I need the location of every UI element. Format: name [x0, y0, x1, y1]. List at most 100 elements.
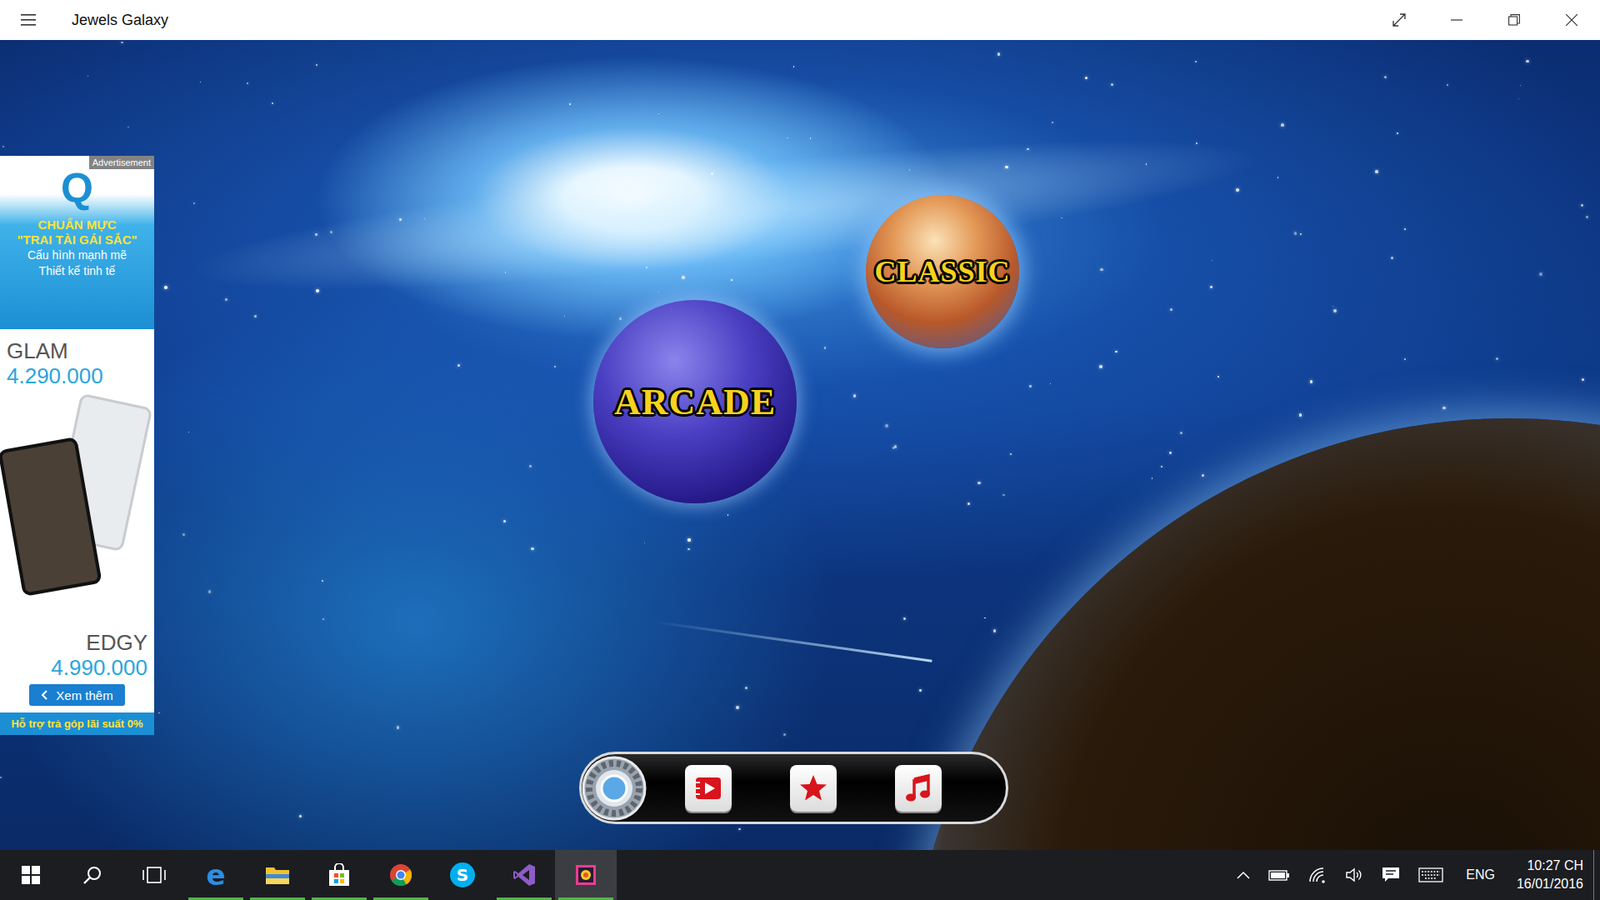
star — [919, 689, 922, 692]
star — [1332, 305, 1334, 307]
star — [1442, 406, 1446, 410]
star — [903, 617, 906, 620]
star — [687, 548, 690, 551]
star — [1310, 380, 1314, 384]
start-button[interactable] — [0, 850, 62, 900]
taskbar-app[interactable]: S — [431, 850, 494, 900]
star — [997, 52, 1000, 55]
hamburger-icon — [20, 14, 36, 26]
music-button[interactable] — [895, 765, 942, 812]
taskbar-app[interactable] — [555, 850, 617, 900]
star — [1085, 76, 1088, 80]
star — [1539, 272, 1543, 276]
star — [1581, 378, 1585, 381]
restore-icon — [1508, 14, 1520, 26]
star — [1151, 477, 1154, 480]
minimize-icon — [1450, 14, 1463, 26]
arcade-mode-button[interactable]: ARCADE — [593, 300, 797, 504]
star — [1180, 431, 1183, 435]
ad-tagline: Thiết kế tinh tế — [39, 263, 116, 280]
taskbar-app[interactable]: e — [185, 850, 247, 900]
star — [1525, 60, 1529, 63]
battery-button[interactable] — [1259, 850, 1300, 900]
ad-tagline: Cấu hình mạnh mẽ — [27, 247, 127, 264]
leaderboard-button[interactable] — [790, 765, 837, 812]
brand-logo: Q — [60, 167, 94, 210]
star — [1169, 451, 1172, 455]
star — [1195, 142, 1198, 145]
star — [396, 725, 400, 729]
product: GLAM4.290.000 — [6, 339, 148, 390]
star — [1051, 121, 1054, 124]
classic-mode-button[interactable]: CLASSIC — [865, 195, 1020, 349]
clock[interactable]: 10:27 CH16/01/2016 — [1508, 850, 1594, 900]
taskbar: eSENG10:27 CH16/01/2016 — [0, 850, 1600, 900]
star — [745, 686, 748, 690]
notification-icon — [1381, 866, 1400, 884]
star — [1520, 85, 1521, 86]
windows-logo-icon — [21, 865, 40, 885]
star — [182, 533, 185, 536]
star — [1277, 176, 1279, 178]
restore-button[interactable] — [1485, 0, 1543, 40]
taskbar-app[interactable] — [308, 850, 370, 900]
network-button[interactable] — [1299, 850, 1336, 900]
star — [984, 617, 985, 619]
star — [120, 41, 124, 45]
star — [993, 629, 997, 633]
close-button[interactable] — [1542, 0, 1600, 40]
star — [1217, 375, 1220, 378]
star — [127, 126, 129, 128]
star — [824, 346, 826, 349]
star — [727, 514, 729, 515]
video-button[interactable] — [685, 765, 732, 812]
star — [1211, 260, 1213, 261]
star — [254, 315, 257, 318]
task-view-button[interactable] — [123, 850, 185, 900]
star — [1145, 163, 1147, 165]
star — [1300, 233, 1302, 235]
star — [87, 75, 89, 77]
star — [786, 137, 788, 139]
music-note-icon — [902, 772, 935, 805]
star — [783, 733, 786, 736]
star — [738, 828, 740, 830]
fullscreen-button[interactable] — [1370, 0, 1428, 40]
star — [1029, 385, 1032, 388]
star-icon — [797, 772, 830, 805]
taskbar-app[interactable] — [493, 850, 555, 900]
taskbar-app[interactable] — [370, 850, 432, 900]
star — [894, 445, 897, 448]
clock-time: 10:27 CH — [1526, 856, 1584, 875]
star — [164, 285, 168, 290]
star — [322, 618, 325, 620]
star — [658, 291, 660, 293]
clock-date: 16/01/2016 — [1516, 875, 1584, 894]
show-hidden-icons-button[interactable] — [1227, 850, 1260, 900]
see-more-button[interactable]: Xem thêm — [29, 684, 125, 706]
show-desktop-button[interactable] — [1593, 850, 1600, 900]
star — [977, 481, 981, 485]
input-language-button[interactable]: ENG — [1452, 850, 1509, 900]
minimize-button[interactable] — [1427, 0, 1485, 40]
star — [1210, 285, 1213, 289]
settings-button[interactable] — [579, 753, 650, 824]
star — [1518, 98, 1520, 100]
star — [200, 81, 201, 83]
action-center-button[interactable] — [1372, 850, 1410, 900]
star — [1115, 350, 1118, 354]
close-icon — [1565, 14, 1578, 26]
star — [967, 502, 970, 505]
volume-button[interactable] — [1335, 850, 1373, 900]
star — [1160, 465, 1163, 468]
advertisement-banner[interactable]: AdvertisementQCHUẨN MỰC"TRAI TÀI GÁI SẮC… — [0, 155, 155, 735]
star — [315, 233, 317, 235]
menu-button[interactable] — [0, 0, 57, 40]
star — [681, 275, 685, 280]
star — [810, 137, 812, 140]
taskbar-app[interactable] — [246, 850, 309, 900]
search-button[interactable] — [61, 850, 124, 900]
phones-photo — [6, 392, 148, 628]
star — [1002, 494, 1005, 496]
touch-keyboard-button[interactable] — [1409, 850, 1453, 900]
